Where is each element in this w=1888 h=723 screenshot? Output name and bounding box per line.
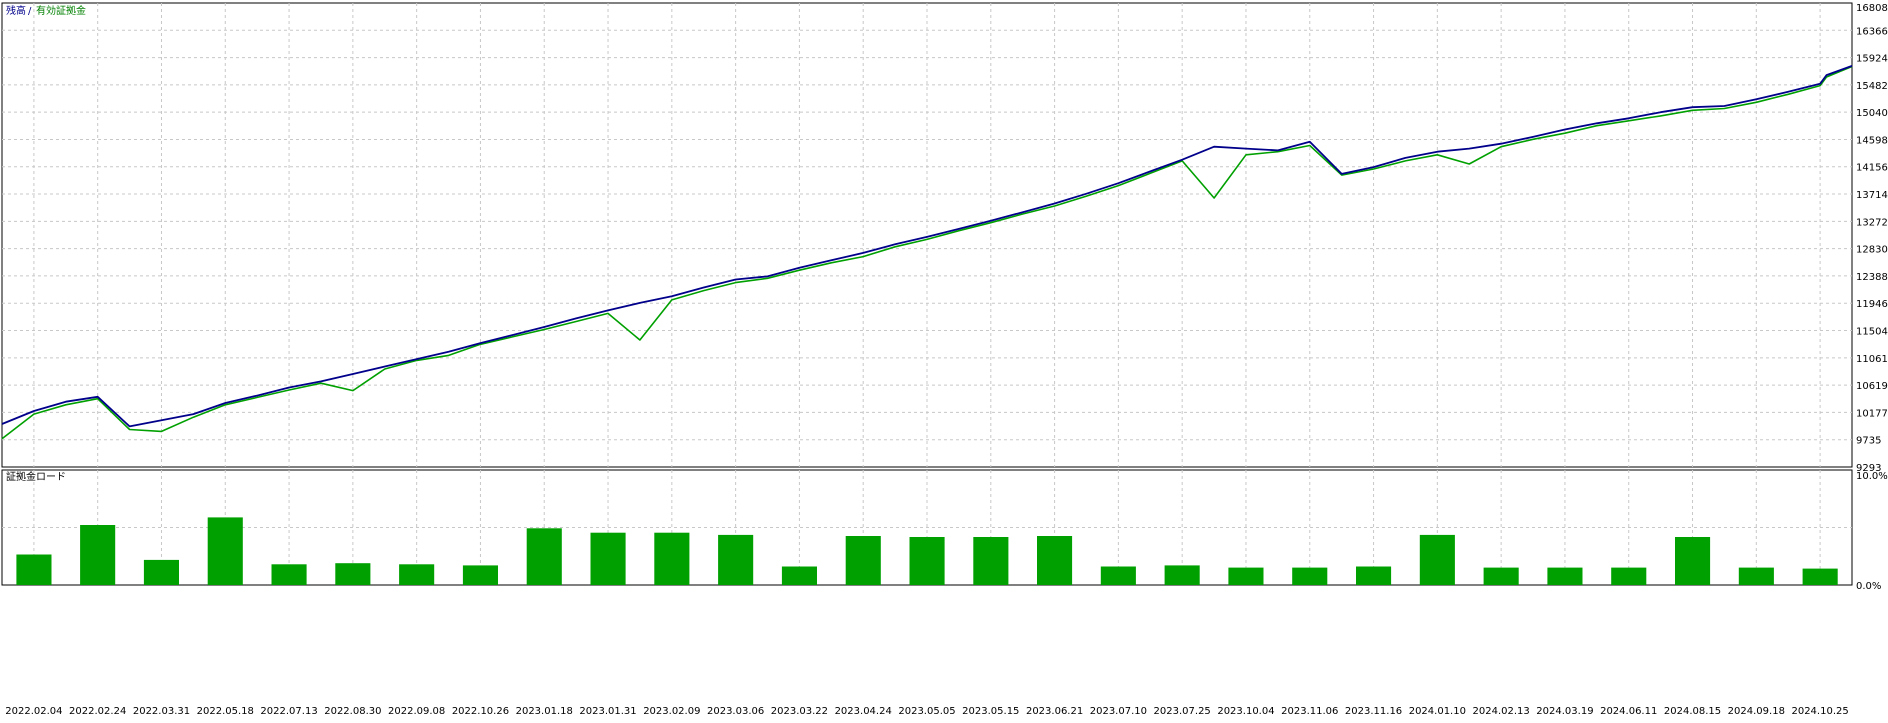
margin-load-bar [1738,567,1774,585]
y-tick-label: 9735 [1856,436,1881,447]
margin-load-bar [207,517,243,585]
y-tick-label: 11946 [1856,299,1888,310]
x-tick-label: 2024.01.10 [1409,706,1466,717]
margin-load-bar [1611,567,1647,585]
x-tick-label: 2022.09.08 [388,706,445,717]
x-tick-label: 2023.11.06 [1281,706,1338,717]
y-tick-label: 15482 [1856,81,1888,92]
margin-load-bar [1802,568,1838,585]
margin-load-bar [271,564,307,585]
lower-panel-title: 証拠金ロード [6,470,66,483]
x-tick-label: 2023.07.10 [1090,706,1147,717]
x-tick-label: 2023.03.22 [771,706,828,717]
y-tick-label: 10619 [1856,381,1888,392]
x-tick-label: 2022.02.24 [69,706,126,717]
x-tick-label: 2023.02.09 [643,706,700,717]
x-tick-label: 2022.07.13 [260,706,317,717]
y-tick-label: 15040 [1856,108,1888,119]
x-tick-label: 2023.10.04 [1217,706,1274,717]
y-tick-label: 10177 [1856,408,1888,419]
x-tick-label: 2023.06.21 [1026,706,1083,717]
margin-load-bar [590,532,626,585]
y-tick-label: 11061 [1856,354,1888,365]
margin-load-bar [1547,567,1583,585]
x-tick-label: 2023.01.18 [516,706,573,717]
margin-load-bar [399,564,435,585]
x-tick-label: 2024.08.15 [1664,706,1721,717]
y-tick-label: 16366 [1856,26,1888,37]
y-tick-label: 15924 [1856,54,1888,65]
margin-load-bar [143,559,179,585]
x-tick-label: 2024.06.11 [1600,706,1657,717]
margin-load-bar [462,565,498,585]
x-tick-label: 2022.02.04 [5,706,62,717]
x-tick-label: 2024.03.19 [1536,706,1593,717]
margin-load-bar [1164,565,1200,585]
x-tick-label: 2023.07.25 [1154,706,1211,717]
lower-y-top-label: 10.0% [1856,471,1888,482]
margin-load-bar [526,528,562,585]
margin-load-bar [654,532,690,585]
margin-load-bar [718,534,754,585]
margin-load-bar [781,566,817,585]
x-tick-label: 2024.02.13 [1473,706,1530,717]
margin-load-bar [1356,566,1392,585]
x-tick-label: 2023.04.24 [835,706,892,717]
lower-y-bottom-label: 0.0% [1856,581,1881,592]
x-tick-label: 2022.08.30 [324,706,381,717]
y-tick-label: 16808 [1856,3,1888,14]
y-tick-label: 14156 [1856,163,1888,174]
x-tick-label: 2023.01.31 [579,706,636,717]
chart-svg: 16808 16366 15924 15482 15040 14598 14156 13714… [0,0,1888,719]
margin-load-bar [16,554,52,585]
x-tick-label: 2022.10.26 [452,706,509,717]
margin-load-bar [909,537,945,585]
margin-load-bar [1100,566,1136,585]
margin-load-bar [80,525,116,585]
y-tick-label: 12830 [1856,245,1888,256]
y-tick-label: 13714 [1856,190,1888,201]
margin-load-bar [1292,567,1328,585]
y-tick-label: 12388 [1856,272,1888,283]
legend-balance-label: 残高 [6,4,26,17]
chart-background [0,0,1888,719]
y-tick-label: 13272 [1856,217,1888,228]
x-tick-label: 2022.05.18 [197,706,254,717]
margin-load-bar [1419,534,1455,585]
x-axis: 2022.02.04 2022.02.24 2022.03.31 2022.05.18… [5,706,1848,717]
margin-load-bar [335,563,371,585]
margin-load-bar [1228,567,1264,585]
margin-load-bar [973,537,1009,585]
legend-equity-label: 有効証拠金 [36,4,86,17]
x-tick-label: 2023.05.05 [898,706,955,717]
x-tick-label: 2024.09.18 [1728,706,1785,717]
margin-load-bar [1483,567,1519,585]
x-tick-label: 2023.03.06 [707,706,764,717]
x-tick-label: 2024.10.25 [1791,706,1848,717]
margin-load-bar [1037,536,1073,585]
x-tick-label: 2023.05.15 [962,706,1019,717]
chart-container: 16808 16366 15924 15482 15040 14598 14156 13714… [0,0,1888,719]
y-tick-label: 14598 [1856,135,1888,146]
x-tick-label: 2022.03.31 [133,706,190,717]
x-tick-label: 2023.11.16 [1345,706,1402,717]
margin-load-bar [845,536,881,585]
margin-load-bar [1675,537,1711,585]
y-tick-label: 11504 [1856,326,1888,337]
